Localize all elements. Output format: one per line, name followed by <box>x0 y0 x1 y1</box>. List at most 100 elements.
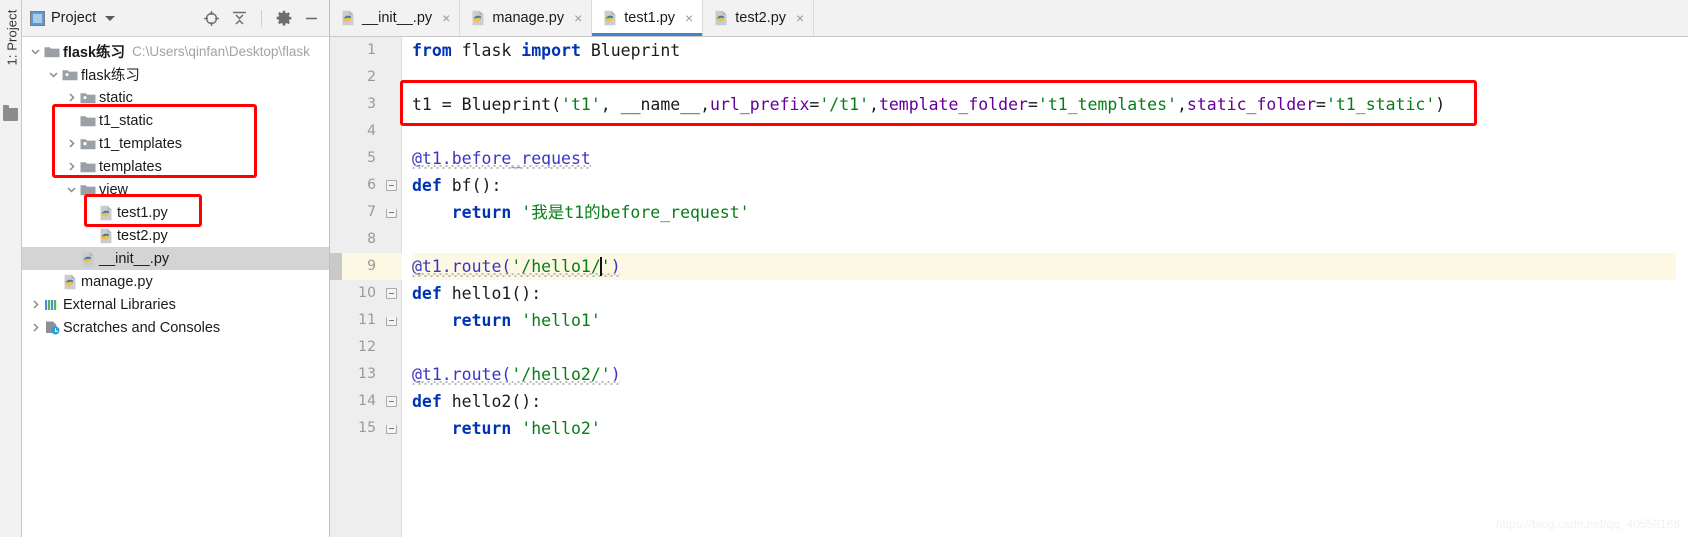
tree-node-view[interactable]: view <box>22 178 329 201</box>
code-line-2[interactable] <box>412 64 1688 91</box>
code-token: ) <box>1435 95 1446 114</box>
code-line-12[interactable] <box>412 334 1688 361</box>
gear-icon[interactable] <box>274 9 293 28</box>
chevron-down-icon[interactable] <box>28 46 42 57</box>
editor-tab-test1py[interactable]: test1.py × <box>592 0 704 36</box>
python-file-icon <box>340 10 356 26</box>
line-number: 8 <box>367 231 376 247</box>
libraries-icon <box>42 298 62 312</box>
code-line-1[interactable]: from flask import Blueprint <box>412 37 1688 64</box>
folder-icon <box>78 183 98 197</box>
chevron-right-icon[interactable] <box>64 161 78 172</box>
project-tree[interactable]: flask练习 C:\Users\qinfan\Desktop\flask flas… <box>22 37 329 537</box>
scratches-icon <box>42 320 62 335</box>
fold-column[interactable] <box>380 37 402 537</box>
chevron-right-icon[interactable] <box>28 322 42 333</box>
project-tool-window: Project flask练习 C:\Users\qinfan\Desktop\… <box>22 0 330 537</box>
chevron-right-icon[interactable] <box>64 138 78 149</box>
fold-collapse-marker[interactable] <box>386 288 397 299</box>
python-file-icon <box>60 274 80 290</box>
tree-node-label: static <box>99 89 133 106</box>
tool-window-tab-project[interactable]: 1: Project <box>5 1 20 75</box>
code-line-11[interactable]: return 'hello1' <box>412 307 1688 334</box>
tab-bar-empty-area <box>814 0 1688 36</box>
code-token: bf(): <box>451 176 502 195</box>
code-token: '我是t1的before_request' <box>521 203 750 222</box>
code-token: 't1_static' <box>1325 95 1436 114</box>
code-line-6[interactable]: def bf(): <box>412 172 1688 199</box>
tree-node-static[interactable]: static <box>22 86 329 109</box>
fold-collapse-marker[interactable] <box>386 180 397 191</box>
editor-tab-label: __init__.py <box>362 10 433 26</box>
tree-node-__init__py[interactable]: __init__.py <box>22 247 329 270</box>
editor-area: __init__.py × manage.py × test1.py × test2.py ×… <box>330 0 1688 537</box>
editor-tab-label: test2.py <box>735 10 787 26</box>
tree-node-label: view <box>99 181 129 198</box>
chevron-down-icon[interactable] <box>64 184 78 195</box>
close-icon[interactable]: × <box>685 11 693 25</box>
code-token: hello2(): <box>451 392 542 411</box>
editor-tab-__init__py[interactable]: __init__.py × <box>330 0 461 36</box>
tree-node-flask[interactable]: flask练习 C:\Users\qinfan\Desktop\flask <box>22 40 329 63</box>
fold-collapse-marker[interactable] <box>386 396 397 407</box>
code-line-14[interactable]: def hello2(): <box>412 388 1688 415</box>
tree-node-test2py[interactable]: test2.py <box>22 224 329 247</box>
tree-node-flask[interactable]: flask练习 <box>22 63 329 86</box>
code-line-15[interactable]: return 'hello2' <box>412 415 1688 442</box>
target-locate-icon[interactable] <box>202 9 221 28</box>
close-icon[interactable]: × <box>442 11 450 25</box>
code-line-5[interactable]: @t1.before_request <box>412 145 1688 172</box>
watermark-text: https://blog.csdn.net/qq_40558168 <box>1495 517 1680 531</box>
tree-node-label: flask练习 <box>63 45 126 61</box>
tree-node-templates[interactable]: templates <box>22 155 329 178</box>
code-token: t1 = Blueprint( <box>412 95 562 114</box>
code-token: Blueprint <box>590 41 681 60</box>
project-panel-toolbar <box>202 9 323 28</box>
tree-node-label: test1.py <box>117 204 168 221</box>
chevron-down-icon[interactable] <box>46 69 60 80</box>
tree-node-test1py[interactable]: test1.py <box>22 201 329 224</box>
python-file-icon <box>602 10 618 26</box>
code-token: def <box>412 284 452 303</box>
python-file-icon <box>78 251 98 267</box>
editor-scrollbar[interactable] <box>1676 37 1688 537</box>
editor-tab-bar[interactable]: __init__.py × manage.py × test1.py × test2.py × <box>330 0 1688 37</box>
chevron-down-icon[interactable] <box>105 15 116 21</box>
tree-node-managepy[interactable]: manage.py <box>22 270 329 293</box>
fold-end-marker[interactable] <box>386 425 397 434</box>
editor-gutter[interactable]: 1 2 3 4 5 6 7 8 9 10 11 12 13 14 15 <box>330 37 402 537</box>
text-caret <box>600 257 603 276</box>
editor-tab-test2py[interactable]: test2.py × <box>703 0 815 36</box>
close-icon[interactable]: × <box>796 11 804 25</box>
close-icon[interactable]: × <box>574 11 582 25</box>
fold-end-marker[interactable] <box>386 209 397 218</box>
tree-node-t1_static[interactable]: t1_static <box>22 109 329 132</box>
toolbar-divider <box>261 9 262 27</box>
tree-node-externallibraries[interactable]: External Libraries <box>22 293 329 316</box>
chevron-right-icon[interactable] <box>64 92 78 103</box>
code-content[interactable]: from flask import Blueprint t1 = Bluepri… <box>402 37 1688 537</box>
code-line-8[interactable] <box>412 226 1688 253</box>
minimize-icon[interactable] <box>302 9 321 28</box>
code-token: , <box>869 95 879 114</box>
code-line-10[interactable]: def hello1(): <box>412 280 1688 307</box>
left-tool-strip: 1: Project <box>0 0 22 537</box>
line-number: 4 <box>367 123 376 139</box>
code-token: = <box>809 95 820 114</box>
code-line-3[interactable]: t1 = Blueprint('t1', __name__,url_prefix… <box>412 91 1688 118</box>
tree-node-t1_templates[interactable]: t1_templates <box>22 132 329 155</box>
code-token: , __name__, <box>600 95 711 114</box>
fold-end-marker[interactable] <box>386 317 397 326</box>
editor-tab-managepy[interactable]: manage.py × <box>460 0 593 36</box>
code-token: return <box>451 311 522 330</box>
collapse-all-icon[interactable] <box>230 9 249 28</box>
project-title-group[interactable]: Project <box>30 10 116 26</box>
tree-node-label: test2.py <box>117 227 168 244</box>
code-line-7[interactable]: return '我是t1的before_request' <box>412 199 1688 226</box>
code-editor[interactable]: 1 2 3 4 5 6 7 8 9 10 11 12 13 14 15 from flask import … <box>330 37 1688 537</box>
chevron-right-icon[interactable] <box>28 299 42 310</box>
code-line-4[interactable] <box>412 118 1688 145</box>
tree-node-scratchesandconsoles[interactable]: Scratches and Consoles <box>22 316 329 339</box>
code-token: 'hello2' <box>521 419 601 438</box>
